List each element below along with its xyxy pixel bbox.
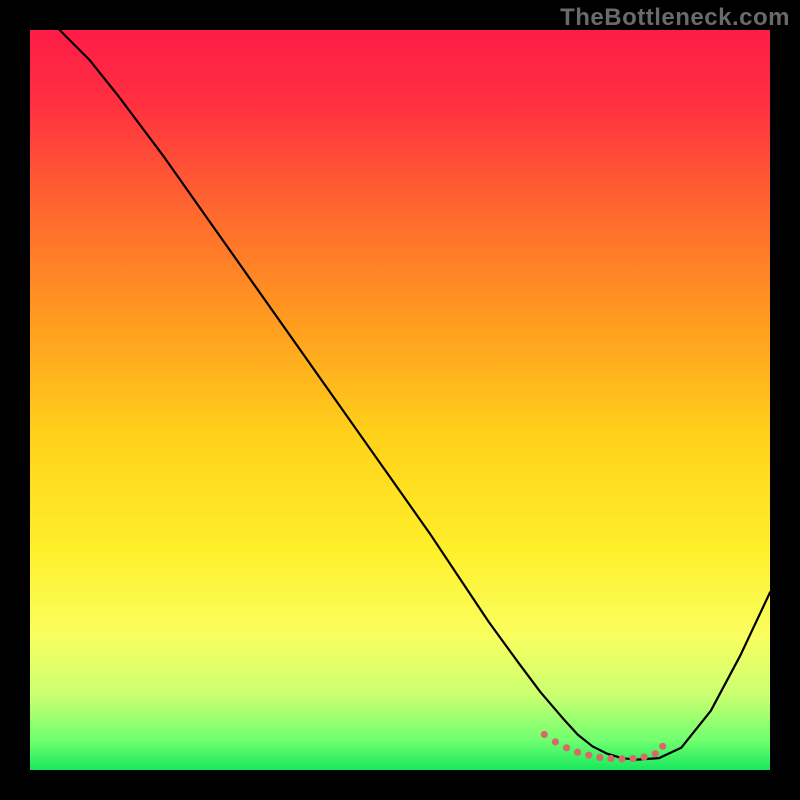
plot-background [30, 30, 770, 770]
chart-frame: TheBottleneck.com [0, 0, 800, 800]
bottleneck-chart [0, 0, 800, 800]
